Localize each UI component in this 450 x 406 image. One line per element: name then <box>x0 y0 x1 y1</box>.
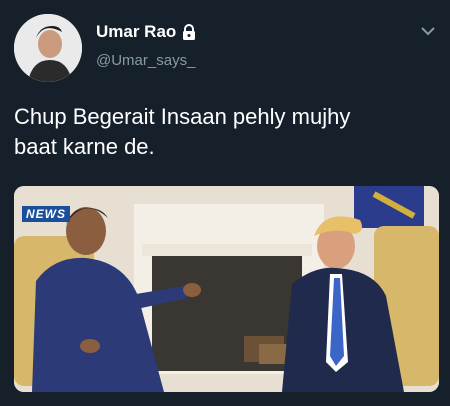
tweet-text: Chup Begerait Insaan pehly mujhy baat ka… <box>14 102 439 162</box>
news-logo: NEWS <box>22 206 70 222</box>
tweet-media-photo[interactable]: NEWS <box>14 186 439 392</box>
tweet-card: Umar Rao @Umar_says_ Chup Begerait Insaa… <box>0 0 450 406</box>
display-name[interactable]: Umar Rao <box>96 22 176 42</box>
avatar[interactable] <box>14 14 82 82</box>
photo-scene <box>14 186 439 392</box>
name-row: Umar Rao <box>96 22 196 42</box>
lock-icon <box>182 24 196 40</box>
user-handle[interactable]: @Umar_says_ <box>96 52 195 69</box>
chevron-down-icon[interactable] <box>420 24 436 36</box>
tweet-text-line-1: Chup Begerait Insaan pehly mujhy <box>14 104 351 129</box>
tweet-text-line-2: baat karne de. <box>14 134 155 159</box>
